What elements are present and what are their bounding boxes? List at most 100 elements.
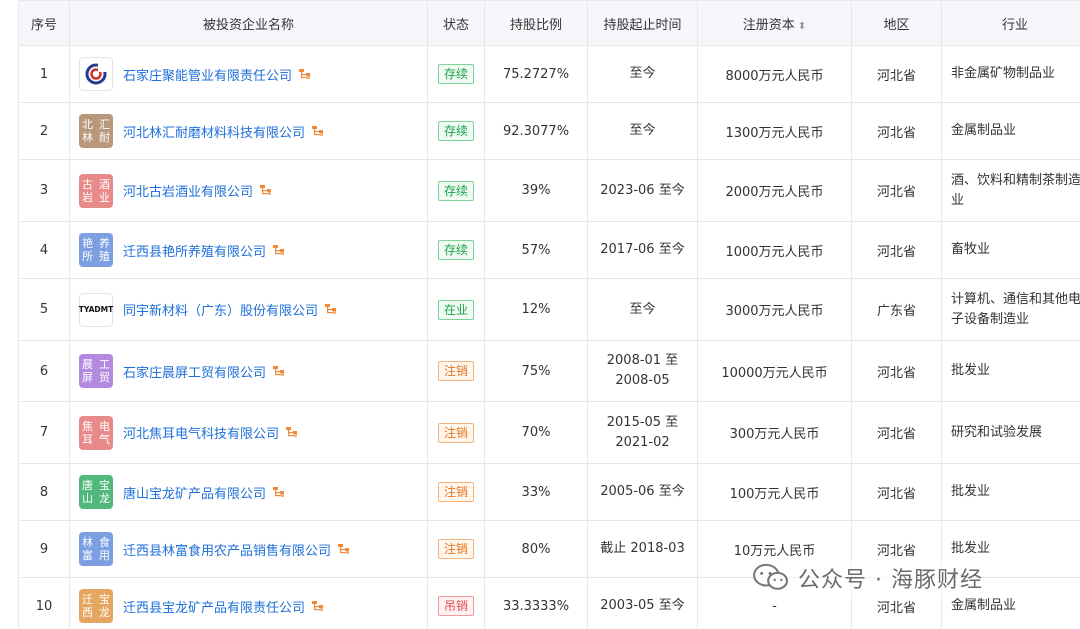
row-index: 10 (18, 577, 70, 629)
company-logo: 迁西 宝龙 (79, 589, 113, 623)
period-cell: 至今 (587, 45, 698, 103)
sort-icon[interactable]: ⬍ (798, 21, 806, 32)
company-logo-text: 北林 (82, 118, 93, 144)
period-start: 2008-01 至 (606, 353, 679, 368)
company-name-link[interactable]: 迁西县宝龙矿产品有限责任公司 (123, 597, 305, 616)
investment-table-container: 序号 被投资企业名称 状态 持股比例 持股起止时间 注册资本 ⬍ 地区 行业 1 石… (18, 0, 1080, 629)
table-row: 6 晨屏 工贸 石家庄晨屏工贸有限公司 注销 75% 2008-01 至 2008-05 100… (18, 340, 1080, 402)
status-cell: 存续 (427, 102, 485, 160)
period-start: 2005-06 至今 (600, 484, 685, 499)
company-wrap: 唐山 宝龙 唐山宝龙矿产品有限公司 (71, 475, 426, 509)
company-name-link[interactable]: 唐山宝龙矿产品有限公司 (123, 483, 266, 502)
equity-chart-icon[interactable] (324, 303, 337, 316)
equity-chart-icon[interactable] (298, 68, 311, 81)
industry-cell: 计算机、通信和其他电子设备制造业 (941, 278, 1080, 341)
capital-cell: 8000万元人民币 (697, 45, 852, 103)
company-cell: 古岩 酒业 河北古岩酒业有限公司 (69, 159, 428, 222)
equity-chart-icon[interactable] (259, 184, 272, 197)
equity-chart-icon[interactable] (285, 426, 298, 439)
period-cell: 2008-01 至 2008-05 (587, 340, 698, 402)
company-logo-text: 迁西 (82, 593, 93, 619)
period-end: 2021-02 (615, 434, 670, 450)
row-index: 8 (18, 463, 70, 521)
status-cell: 注销 (427, 520, 485, 578)
company-logo: 唐山 宝龙 (79, 475, 113, 509)
industry-cell: 非金属矿物制品业 (941, 45, 1080, 103)
status-badge: 注销 (437, 482, 474, 502)
industry-cell: 金属制品业 (941, 102, 1080, 160)
company-name-link[interactable]: 迁西县艳所养殖有限公司 (123, 241, 266, 260)
equity-chart-icon[interactable] (272, 486, 285, 499)
table-row: 5 TYADMT 同宇新材料（广东）股份有限公司 在业 12% 至今 3000万元人民币 广东… (18, 278, 1080, 341)
status-cell: 存续 (427, 221, 485, 279)
header-name: 被投资企业名称 (69, 0, 428, 46)
company-wrap: 迁西 宝龙 迁西县宝龙矿产品有限责任公司 (71, 589, 426, 623)
company-logo: 林富 食用 (79, 532, 113, 566)
capital-cell: 300万元人民币 (697, 401, 852, 464)
capital-cell: 1000万元人民币 (697, 221, 852, 279)
company-name-link[interactable]: 迁西县林富食用农产品销售有限公司 (123, 540, 331, 559)
header-capital[interactable]: 注册资本 ⬍ (697, 0, 852, 46)
company-logo-text: 古岩 (82, 177, 93, 204)
ratio-cell: 57% (484, 221, 588, 279)
equity-chart-icon[interactable] (337, 543, 350, 556)
period-cell: 至今 (587, 278, 698, 341)
company-cell: 焦耳 电气 河北焦耳电气科技有限公司 (69, 401, 428, 464)
company-logo-text: 宝龙 (99, 479, 110, 505)
company-wrap: 林富 食用 迁西县林富食用农产品销售有限公司 (71, 532, 426, 566)
row-index: 1 (18, 45, 70, 103)
ratio-cell: 75% (484, 340, 588, 402)
company-logo-text: 晨屏 (82, 358, 93, 384)
period-start: 至今 (629, 66, 656, 81)
company-name-link[interactable]: 石家庄晨屏工贸有限公司 (123, 362, 266, 381)
company-name-link[interactable]: 石家庄聚能管业有限责任公司 (123, 65, 292, 84)
equity-chart-icon[interactable] (272, 365, 285, 378)
company-wrap: 晨屏 工贸 石家庄晨屏工贸有限公司 (71, 354, 426, 388)
table-row: 2 北林 汇耐 河北林汇耐磨材料科技有限公司 存续 92.3077% 至今 1300万元人民币… (18, 102, 1080, 160)
company-name-link[interactable]: 河北古岩酒业有限公司 (123, 181, 253, 200)
period-start: 截止 2018-03 (600, 541, 685, 556)
company-cell: 唐山 宝龙 唐山宝龙矿产品有限公司 (69, 463, 428, 521)
region-cell: 广东省 (851, 278, 942, 341)
header-status: 状态 (427, 0, 485, 46)
ratio-cell: 12% (484, 278, 588, 341)
row-index: 2 (18, 102, 70, 160)
capital-cell: 100万元人民币 (697, 463, 852, 521)
status-badge: 在业 (437, 299, 474, 320)
company-cell: TYADMT 同宇新材料（广东）股份有限公司 (69, 278, 428, 341)
region-cell: 河北省 (851, 340, 942, 402)
company-wrap: TYADMT 同宇新材料（广东）股份有限公司 (71, 292, 426, 327)
company-logo-text: 艳所 (82, 237, 93, 263)
region-cell: 河北省 (851, 159, 942, 222)
company-name-link[interactable]: 同宇新材料（广东）股份有限公司 (123, 300, 318, 319)
company-cell: 晨屏 工贸 石家庄晨屏工贸有限公司 (69, 340, 428, 402)
period-cell: 截止 2018-03 (587, 520, 698, 578)
table-row: 4 艳所 养殖 迁西县艳所养殖有限公司 存续 57% 2017-06 至今 1000万元人民币… (18, 221, 1080, 279)
company-logo: 艳所 养殖 (79, 233, 113, 267)
watermark: 公众号 · 海豚财经 (752, 562, 983, 594)
region-cell: 河北省 (851, 221, 942, 279)
period-cell: 2023-06 至今 (587, 159, 698, 222)
company-logo: 北林 汇耐 (79, 114, 113, 148)
ratio-cell: 39% (484, 159, 588, 222)
row-index: 9 (18, 520, 70, 578)
equity-chart-icon[interactable] (311, 600, 324, 613)
company-name-link[interactable]: 河北林汇耐磨材料科技有限公司 (123, 122, 305, 141)
header-period: 持股起止时间 (587, 0, 698, 46)
company-logo-text: 养殖 (99, 237, 110, 263)
table-row: 7 焦耳 电气 河北焦耳电气科技有限公司 注销 70% 2015-05 至 2021-02 30… (18, 401, 1080, 464)
industry-cell: 酒、饮料和精制茶制造业 (941, 159, 1080, 222)
capital-cell: 10000万元人民币 (697, 340, 852, 402)
region-cell: 河北省 (851, 45, 942, 103)
period-start: 2003-05 至今 (600, 598, 685, 613)
status-badge: 吊销 (437, 596, 474, 616)
table-row: 3 古岩 酒业 河北古岩酒业有限公司 存续 39% 2023-06 至今 2000万元人民币河… (18, 159, 1080, 222)
equity-chart-icon[interactable] (272, 244, 285, 257)
row-index: 5 (18, 278, 70, 341)
company-logo-text: 焦耳 (82, 419, 93, 446)
company-logo-text: 工贸 (99, 358, 110, 384)
period-cell: 2015-05 至 2021-02 (587, 401, 698, 464)
company-name-link[interactable]: 河北焦耳电气科技有限公司 (123, 423, 279, 442)
wechat-icon (753, 563, 788, 590)
equity-chart-icon[interactable] (311, 125, 324, 138)
